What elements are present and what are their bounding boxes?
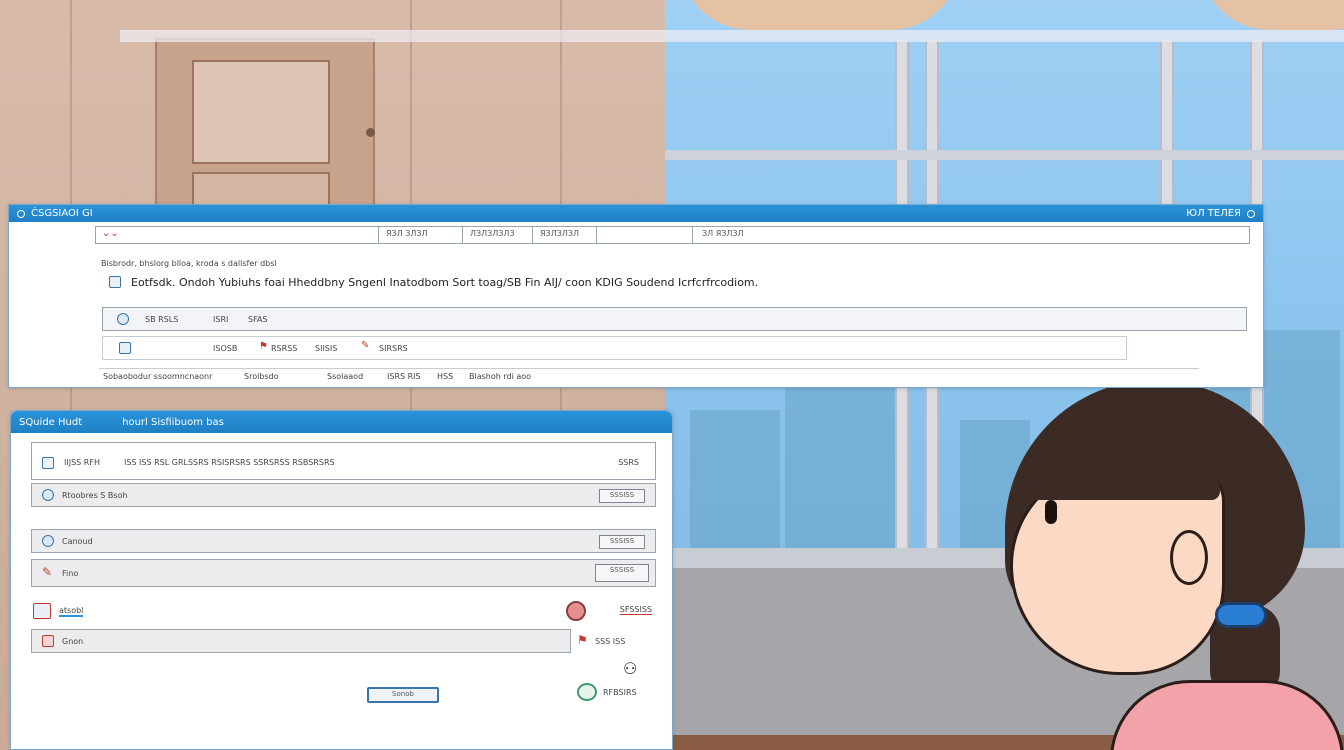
list-item[interactable]: Gnon: [31, 629, 571, 653]
menu-item-2[interactable]: ЛЗЛЗЛЗЛЗ: [470, 229, 515, 238]
toolbar-row: SB RSLS ISRI SFAS: [102, 307, 1247, 331]
status-c: Ssolaaod: [327, 372, 364, 381]
girl-illustration: [1000, 380, 1344, 750]
toolbar-item-b[interactable]: ISRI: [213, 315, 228, 324]
status-d: ISRS RIS: [387, 372, 421, 381]
menu-bar: ⌄⌄ ЯЗЛ ЗЛЗЛ ЛЗЛЗЛЗЛЗ ЯЗЛЗЛЗЛ ЗЛ ЯЗЛЗЛ: [95, 226, 1250, 244]
document-icon: [109, 276, 121, 288]
bottom-window-title-center: hourl Sisfiibuom bas: [122, 416, 224, 428]
bottom-window-title: SQuide Hudt: [19, 416, 83, 428]
toolbar-item-c[interactable]: SFAS: [248, 315, 268, 324]
globe-icon: [42, 489, 54, 501]
menu-item-4[interactable]: ЗЛ ЯЗЛЗЛ: [702, 229, 744, 238]
bottom-window: SQuide Hudt hourl Sisfiibuom bas IIJSS R…: [10, 410, 673, 750]
hair-tie: [1215, 602, 1267, 628]
pencil-icon[interactable]: ✎: [361, 340, 369, 351]
list-item-label: atsobl: [59, 606, 84, 617]
flag-red-icon[interactable]: ⚑: [577, 633, 588, 647]
row-button[interactable]: SSSISS: [599, 489, 645, 503]
top-window-title: ĊSGSIAOI GI: [31, 208, 93, 219]
camera-icon[interactable]: [577, 683, 597, 701]
list-item-label: Rtoobres S Bsoh: [62, 491, 128, 500]
list-item[interactable]: Rtoobres S Bsoh SSSISS: [31, 483, 656, 507]
girl-ear: [1170, 530, 1208, 585]
top-window: ĊSGSIAOI GI ЮЛ ТЕЛЕЯ ⌄⌄ ЯЗЛ ЗЛЗЛ ЛЗЛЗЛЗЛ…: [8, 204, 1264, 388]
row-5-right: SSS ISS: [595, 637, 626, 646]
app-icon: [17, 209, 25, 218]
list-item[interactable]: IIJSS RFH ISS ISS RSL GRLSSRS RSISRSRS S…: [31, 442, 656, 480]
list-item[interactable]: Canoud SSSISS: [31, 529, 656, 553]
toolbar-item-a[interactable]: SB RSLS: [145, 315, 178, 324]
flag-icon: [42, 635, 54, 647]
list-item-label: Canoud: [62, 537, 93, 546]
record-icon[interactable]: [566, 601, 586, 621]
sub-item-b[interactable]: RSRSS: [271, 344, 297, 353]
cabinet-door: [192, 60, 330, 164]
list-item-right: SSRS: [618, 458, 639, 467]
sub-item-a[interactable]: ISOSB: [213, 344, 237, 353]
list-item-right: SFSSISS: [619, 605, 652, 615]
girl-eye: [1045, 500, 1057, 524]
list-item-label: Fino: [62, 569, 79, 578]
flag-icon[interactable]: ⚑: [259, 341, 268, 352]
breadcrumb: Bisbrodr, bhslorg blloa, kroda s dallsfe…: [101, 259, 277, 268]
image-icon: [33, 603, 51, 619]
document-icon: [42, 457, 54, 469]
list-item-detail: ISS ISS RSL GRLSSRS RSISRSRS SSRSRSS RSB…: [124, 458, 335, 467]
list-item[interactable]: atsobl SFSSISS: [31, 599, 656, 623]
sub-item-c[interactable]: SIISIS: [315, 344, 337, 353]
row-button[interactable]: SSSISS: [599, 535, 645, 549]
cabinet-knob: [366, 128, 375, 137]
row-button[interactable]: SSSISS: [595, 564, 649, 582]
status-bar: Sobaobodur ssoomncnaonr Srolbsdo Ssolaao…: [99, 368, 1199, 382]
globe-icon[interactable]: [117, 313, 129, 325]
list-item[interactable]: ✎ Fino SSSISS: [31, 559, 656, 587]
list-item-label: IIJSS RFH: [64, 458, 100, 467]
menu-item-1[interactable]: ЯЗЛ ЗЛЗЛ: [386, 229, 428, 238]
bottom-window-titlebar[interactable]: SQuide Hudt hourl Sisfiibuom bas: [11, 411, 672, 433]
pin-icon: ✎: [42, 565, 53, 579]
clock-icon: [42, 535, 54, 547]
sub-row: ISOSB ⚑ RSRSS SIISIS ✎ SIRSRS: [102, 336, 1127, 360]
bottom-right-label: RFBSIRS: [603, 688, 637, 697]
menu-item-3[interactable]: ЯЗЛЗЛЗЛ: [540, 229, 579, 238]
sub-item-d[interactable]: SIRSRS: [379, 344, 408, 353]
top-window-title-right: ЮЛ ТЕЛЕЯ: [1186, 208, 1241, 219]
headline-row: Eotfsdk. Ondoh Yubiuhs foai Hheddbny Sng…: [109, 275, 1249, 293]
status-a: Sobaobodur ssoomncnaonr: [103, 372, 213, 381]
cabinet-drawer: [192, 172, 330, 208]
person-icon[interactable]: ⚇: [623, 659, 637, 678]
status-f: Blashoh rdi aoo: [469, 372, 532, 381]
search-icon[interactable]: [1247, 209, 1255, 218]
top-window-titlebar[interactable]: ĊSGSIAOI GI ЮЛ ТЕЛЕЯ: [9, 205, 1263, 222]
status-b: Srolbsdo: [244, 372, 279, 381]
list-item-label: Gnon: [62, 637, 84, 646]
girl-shirt: [1110, 680, 1344, 750]
headline-text: Eotfsdk. Ondoh Yubiuhs foai Hheddbny Sng…: [131, 276, 759, 289]
chevron-down-icon[interactable]: ⌄⌄: [102, 228, 119, 239]
status-e: HSS: [437, 372, 454, 381]
action-button[interactable]: Sonob: [367, 687, 439, 703]
folder-small-icon[interactable]: [119, 342, 131, 354]
